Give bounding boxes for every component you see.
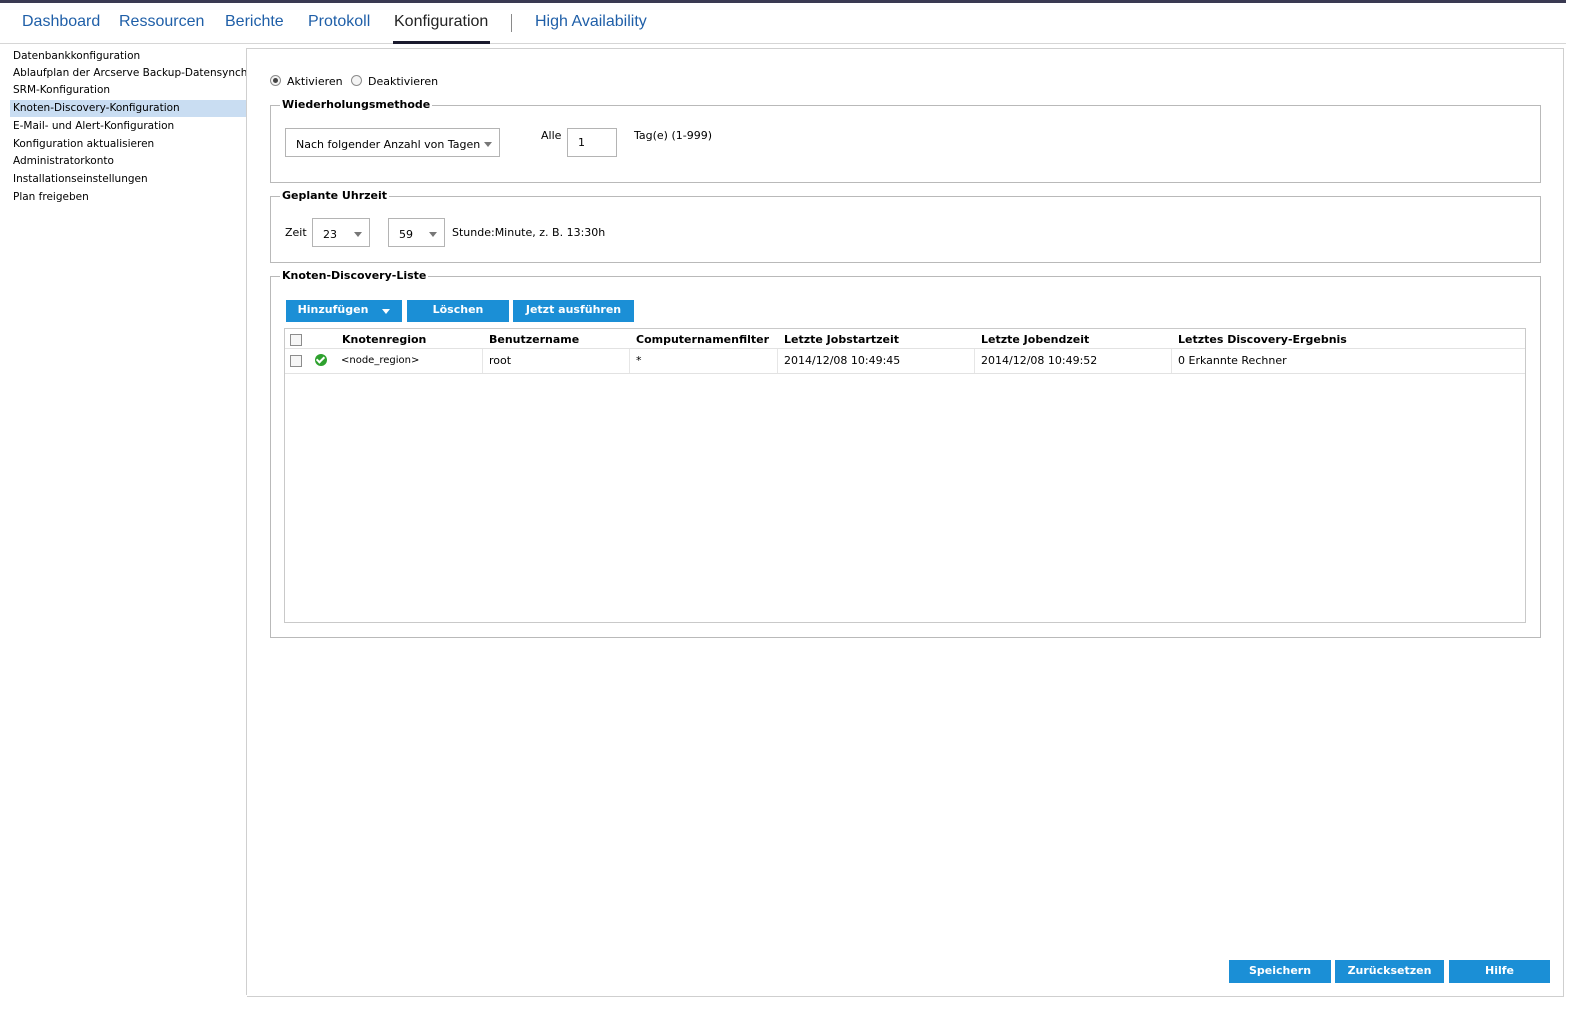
sidebar-item-installationseinstellungen[interactable]: Installationseinstellungen xyxy=(10,171,246,188)
cell-filter: * xyxy=(630,349,778,373)
cell-result: 0 Erkannte Rechner xyxy=(1178,354,1287,367)
minute-value: 59 xyxy=(399,228,413,241)
check-circle-icon xyxy=(315,354,327,366)
column-header-knotenregion[interactable]: Knotenregion xyxy=(342,333,426,346)
chevron-down-icon xyxy=(354,232,362,237)
select-all-checkbox[interactable] xyxy=(290,334,302,346)
minute-select[interactable]: 59 xyxy=(388,218,445,247)
top-navigation: Dashboard Ressourcen Berichte Protokoll … xyxy=(0,3,1566,44)
days-input[interactable] xyxy=(567,128,617,157)
cell-user: root xyxy=(483,349,630,373)
repeat-method-legend: Wiederholungsmethode xyxy=(280,98,433,111)
activate-label: Aktivieren xyxy=(287,75,343,88)
time-label: Zeit xyxy=(285,226,307,239)
reset-button[interactable]: Zurücksetzen xyxy=(1335,960,1444,983)
save-button[interactable]: Speichern xyxy=(1229,960,1331,983)
table-row[interactable]: <node_region> root * 2014/12/08 10:49:45… xyxy=(285,348,1525,374)
deactivate-label: Deaktivieren xyxy=(368,75,439,88)
repeat-method-value: Nach folgender Anzahl von Tagen xyxy=(296,138,481,151)
cell-start-time: 2014/12/08 10:49:45 xyxy=(778,349,975,373)
row-checkbox[interactable] xyxy=(290,355,302,367)
sidebar-item-srm[interactable]: SRM-Konfiguration xyxy=(10,82,246,99)
help-button[interactable]: Hilfe xyxy=(1449,960,1550,983)
nav-dashboard[interactable]: Dashboard xyxy=(22,13,100,31)
repeat-method-select[interactable]: Nach folgender Anzahl von Tagen xyxy=(285,128,500,157)
config-sidebar: Datenbankkonfiguration Ablaufplan der Ar… xyxy=(10,48,247,995)
activate-radio[interactable] xyxy=(270,75,281,86)
sidebar-item-konfiguration-aktualisieren[interactable]: Konfiguration aktualisieren xyxy=(10,136,246,153)
discovery-list-legend: Knoten-Discovery-Liste xyxy=(280,269,429,282)
hour-value: 23 xyxy=(323,228,337,241)
cell-end-time: 2014/12/08 10:49:52 xyxy=(975,349,1172,373)
chevron-down-icon xyxy=(484,142,492,147)
days-unit-label: Tag(e) (1-999) xyxy=(634,129,713,142)
sidebar-item-knoten-discovery[interactable]: Knoten-Discovery-Konfiguration xyxy=(10,100,246,117)
column-header-letzte-jobendzeit[interactable]: Letzte Jobendzeit xyxy=(981,333,1089,346)
discovery-table: Knotenregion Benutzername Computernamenf… xyxy=(284,328,1526,623)
nav-konfiguration[interactable]: Konfiguration xyxy=(394,13,488,31)
deactivate-radio[interactable] xyxy=(351,75,362,86)
sidebar-item-datenbankkonfiguration[interactable]: Datenbankkonfiguration xyxy=(10,48,246,65)
scheduled-time-legend: Geplante Uhrzeit xyxy=(280,189,390,202)
every-label: Alle xyxy=(541,129,562,142)
sidebar-item-plan-freigeben[interactable]: Plan freigeben xyxy=(10,189,246,206)
nav-high-availability[interactable]: High Availability xyxy=(535,13,647,31)
time-hint: Stunde:Minute, z. B. 13:30h xyxy=(452,226,606,239)
sidebar-item-administratorkonto[interactable]: Administratorkonto xyxy=(10,153,246,170)
column-header-letztes-discovery-ergebnis[interactable]: Letztes Discovery-Ergebnis xyxy=(1178,333,1347,346)
run-now-button[interactable]: Jetzt ausführen xyxy=(513,300,634,322)
chevron-down-icon xyxy=(429,232,437,237)
hour-select[interactable]: 23 xyxy=(312,218,370,247)
chevron-down-icon xyxy=(382,309,390,314)
sidebar-item-ablaufplan[interactable]: Ablaufplan der Arcserve Backup-Datensync… xyxy=(10,65,246,82)
nav-separator xyxy=(511,14,512,32)
nav-ressourcen[interactable]: Ressourcen xyxy=(119,13,204,31)
cell-region: <node_region> xyxy=(335,349,483,373)
nav-protokoll[interactable]: Protokoll xyxy=(308,13,370,31)
add-button[interactable]: Hinzufügen xyxy=(286,300,402,322)
add-button-label: Hinzufügen xyxy=(297,303,369,316)
nav-berichte[interactable]: Berichte xyxy=(225,13,284,31)
sidebar-item-email-alert[interactable]: E-Mail- und Alert-Konfiguration xyxy=(10,118,246,135)
column-header-computernamenfilter[interactable]: Computernamenfilter xyxy=(636,333,769,346)
delete-button[interactable]: Löschen xyxy=(407,300,509,322)
column-header-letzte-jobstartzeit[interactable]: Letzte Jobstartzeit xyxy=(784,333,899,346)
nav-active-indicator xyxy=(393,41,490,44)
column-header-benutzername[interactable]: Benutzername xyxy=(489,333,579,346)
